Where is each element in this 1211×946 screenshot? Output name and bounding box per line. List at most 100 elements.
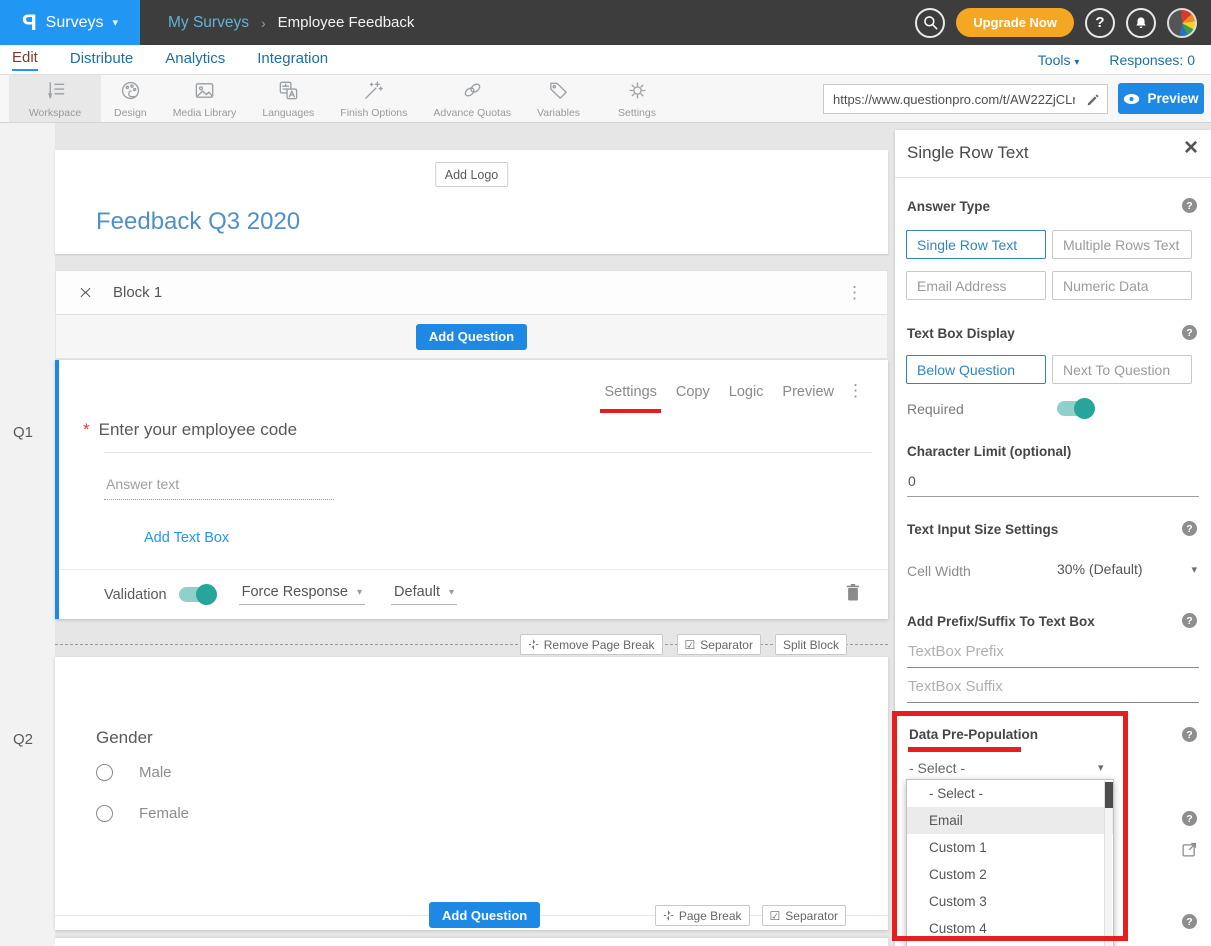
question-2-card: Gender Male Female Add Question Page Bre…: [55, 657, 888, 930]
add-question-button-top[interactable]: Add Question: [416, 324, 527, 350]
block-menu-icon[interactable]: ⋮: [846, 283, 863, 303]
answer-type-multiple-rows-text[interactable]: Multiple Rows Text: [1052, 230, 1192, 259]
split-block-button[interactable]: Split Block: [775, 634, 847, 655]
question-menu-icon[interactable]: ⋮: [847, 381, 864, 401]
user-avatar[interactable]: [1167, 8, 1197, 38]
answer-text-input[interactable]: [104, 474, 334, 500]
product-name: Surveys: [46, 14, 104, 32]
notifications-button[interactable]: [1126, 8, 1156, 38]
remove-page-break-button[interactable]: Remove Page Break: [520, 634, 663, 655]
textbox-suffix-input[interactable]: [907, 678, 1199, 703]
add-question-strip: Add Question: [55, 315, 888, 359]
separator-button[interactable]: ☑ Separator: [762, 905, 846, 926]
block-name[interactable]: Block 1: [113, 284, 162, 301]
survey-url-input[interactable]: [824, 92, 1079, 107]
collapse-block-icon[interactable]: [82, 285, 89, 300]
question-text-row: * Enter your employee code: [83, 420, 297, 440]
edit-url-button[interactable]: [1079, 92, 1107, 107]
survey-title[interactable]: Feedback Q3 2020: [96, 208, 300, 236]
toolbar-advance-quotas[interactable]: Advance Quotas: [420, 75, 524, 122]
page-break-button[interactable]: Page Break: [655, 905, 750, 926]
text-input-size-help-icon[interactable]: ?: [1182, 521, 1197, 536]
chevron-down-icon: ▾: [112, 16, 118, 29]
hidden-section-help-icon[interactable]: ?: [1182, 811, 1197, 826]
search-icon: [922, 14, 939, 31]
radio-male[interactable]: [96, 764, 113, 781]
toolbar-variables[interactable]: Variables: [524, 75, 593, 122]
data-prepopulation-help-icon[interactable]: ?: [1182, 727, 1197, 742]
survey-nav: Edit Distribute Analytics Integration To…: [0, 45, 1211, 75]
question-1-card: Settings Copy Logic Preview ⋮ * Enter yo…: [55, 360, 888, 619]
toolbar-media-library[interactable]: Media Library: [160, 75, 250, 122]
text-input-size-label: Text Input Size Settings: [907, 522, 1058, 537]
cell-width-caret-icon[interactable]: ▾: [1191, 563, 1197, 576]
tab-integration[interactable]: Integration: [257, 50, 328, 70]
prefix-suffix-help-icon[interactable]: ?: [1182, 613, 1197, 628]
question-text[interactable]: Enter your employee code: [99, 420, 297, 440]
radio-female[interactable]: [96, 805, 113, 822]
responses-count[interactable]: Responses: 0: [1109, 52, 1195, 68]
tab-distribute[interactable]: Distribute: [70, 50, 133, 70]
finish-options-wand-icon: [362, 79, 385, 102]
page-break-icon: [528, 639, 539, 650]
page-break-row: Remove Page Break ☑ Separator Split Bloc…: [55, 633, 888, 657]
toolbar-finish-options[interactable]: Finish Options: [327, 75, 420, 122]
tab-edit[interactable]: Edit: [12, 49, 38, 71]
help-button[interactable]: ?: [1085, 8, 1115, 38]
answer-type-help-icon[interactable]: ?: [1182, 198, 1197, 213]
toolbar-languages[interactable]: Languages: [249, 75, 327, 122]
breadcrumb: My Surveys › Employee Feedback: [168, 14, 414, 32]
validation-label: Validation: [104, 587, 167, 603]
hidden-section-help-icon[interactable]: ?: [1182, 914, 1197, 929]
upgrade-now-button[interactable]: Upgrade Now: [956, 8, 1074, 37]
tab-preview[interactable]: Preview: [782, 384, 834, 400]
cell-width-value[interactable]: 30% (Default): [1057, 561, 1143, 577]
textbox-prefix-input[interactable]: [907, 643, 1199, 668]
toolbar-settings[interactable]: Settings: [605, 75, 669, 122]
separator-button[interactable]: ☑ Separator: [677, 634, 761, 655]
answer-type-numeric-data[interactable]: Numeric Data: [1052, 271, 1192, 300]
character-limit-input[interactable]: [907, 473, 1199, 497]
option-label[interactable]: Female: [139, 805, 189, 822]
topbar-actions: Upgrade Now ?: [915, 8, 1197, 38]
tab-settings[interactable]: Settings: [604, 384, 656, 400]
text-box-display-help-icon[interactable]: ?: [1182, 325, 1197, 340]
textbox-suffix-field: [907, 678, 1199, 703]
tools-menu[interactable]: Tools ▾: [1038, 52, 1080, 68]
add-logo-button[interactable]: Add Logo: [435, 162, 509, 187]
search-button[interactable]: [915, 8, 945, 38]
breadcrumb-current: Employee Feedback: [278, 14, 415, 31]
tab-copy[interactable]: Copy: [676, 384, 710, 400]
add-question-button-bottom[interactable]: Add Question: [429, 902, 540, 928]
force-response-dropdown[interactable]: Force Response ▾: [239, 584, 365, 605]
required-toggle[interactable]: [1057, 401, 1093, 416]
validation-default-dropdown[interactable]: Default ▾: [391, 584, 457, 605]
next-block-edge: [55, 938, 888, 946]
product-switcher[interactable]: P Surveys ▾: [0, 0, 140, 45]
cell-width-label: Cell Width: [907, 563, 971, 579]
validation-toggle[interactable]: [179, 587, 215, 602]
workspace-icon: [44, 79, 67, 102]
block-header: Block 1 ⋮: [55, 270, 888, 315]
answer-type-label: Answer Type: [907, 199, 990, 214]
breadcrumb-my-surveys[interactable]: My Surveys: [168, 14, 249, 32]
question-gutter: Q1 Q2: [0, 123, 55, 946]
external-link-icon[interactable]: [1181, 841, 1198, 863]
close-panel-icon[interactable]: ×: [1184, 136, 1198, 160]
delete-question-button[interactable]: [845, 583, 861, 606]
add-text-box-link[interactable]: Add Text Box: [144, 530, 229, 546]
question-text[interactable]: Gender: [96, 728, 153, 748]
display-next-to-question[interactable]: Next To Question: [1052, 355, 1192, 384]
preview-button[interactable]: Preview: [1118, 83, 1204, 114]
tab-logic[interactable]: Logic: [729, 384, 764, 400]
display-below-question[interactable]: Below Question: [906, 355, 1046, 384]
toolbar-design[interactable]: Design: [101, 75, 160, 122]
answer-type-single-row-text[interactable]: Single Row Text: [906, 230, 1046, 259]
answer-type-email-address[interactable]: Email Address: [906, 271, 1046, 300]
option-label[interactable]: Male: [139, 764, 172, 781]
panel-title: Single Row Text: [907, 143, 1029, 163]
question-tabs: Settings Copy Logic Preview: [604, 384, 834, 400]
toolbar-workspace[interactable]: Workspace: [9, 75, 101, 122]
tab-analytics[interactable]: Analytics: [165, 50, 225, 70]
q2-gutter-label: Q2: [13, 731, 33, 748]
